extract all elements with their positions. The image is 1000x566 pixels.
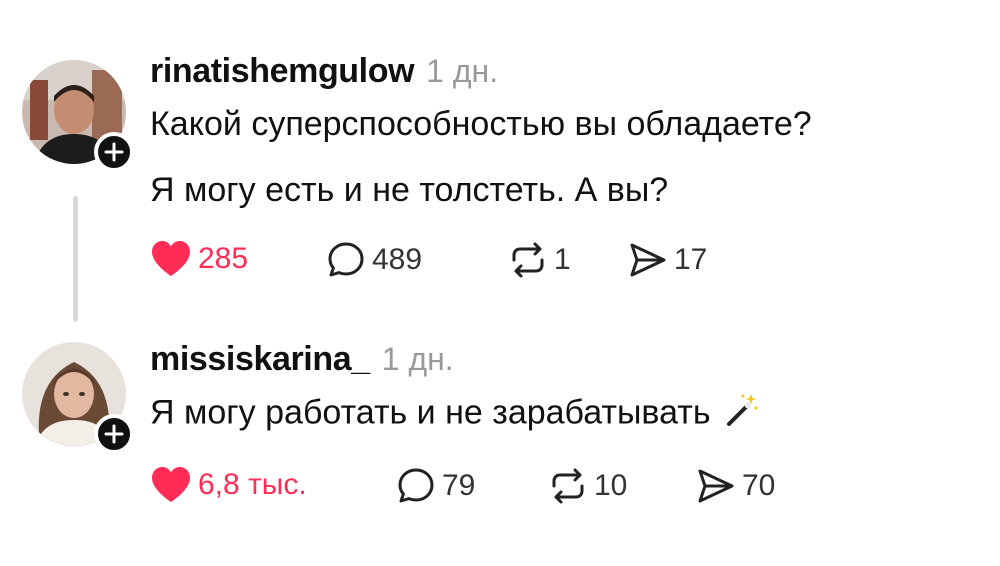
post-content: missiskarina_ 1 дн. Я могу работать и не… bbox=[150, 340, 980, 504]
username[interactable]: rinatishemgulow bbox=[150, 52, 415, 91]
repost-button[interactable]: 1 bbox=[508, 240, 571, 280]
reposts-count: 10 bbox=[594, 469, 628, 502]
comments-count: 489 bbox=[372, 243, 423, 276]
post-text: Какой суперспособностью вы обладаете? bbox=[150, 105, 812, 143]
post-content: rinatishemgulow 1 дн. Какой суперспособн… bbox=[150, 52, 980, 278]
repost-button[interactable]: 10 bbox=[548, 466, 627, 506]
heart-icon bbox=[152, 467, 190, 502]
post-text-content: Я могу работать и не зарабатывать bbox=[150, 393, 711, 432]
comment-icon bbox=[398, 468, 434, 503]
post-header: rinatishemgulow 1 дн. bbox=[150, 52, 980, 98]
avatar-container[interactable] bbox=[22, 60, 134, 172]
comment-button[interactable]: 489 bbox=[326, 240, 422, 280]
share-button[interactable]: 70 bbox=[696, 466, 775, 506]
send-icon bbox=[630, 243, 666, 277]
like-button[interactable]: 6,8 тыс. bbox=[150, 466, 307, 504]
avatar-container[interactable] bbox=[22, 342, 134, 454]
comment-icon bbox=[328, 242, 364, 277]
shares-count: 70 bbox=[742, 469, 776, 502]
comment-button[interactable]: 79 bbox=[396, 466, 475, 506]
plus-icon bbox=[104, 142, 124, 162]
post-text: Я могу работать и не зарабатывать bbox=[150, 392, 980, 437]
follow-button[interactable] bbox=[94, 414, 134, 454]
heart-icon bbox=[152, 241, 190, 276]
post-item: rinatishemgulow 1 дн. Какой суперспособн… bbox=[0, 0, 1000, 330]
post-item: missiskarina_ 1 дн. Я могу работать и не… bbox=[0, 330, 1000, 566]
repost-icon bbox=[512, 242, 544, 278]
magic-wand-icon bbox=[723, 392, 759, 437]
send-icon bbox=[698, 469, 734, 503]
share-button[interactable]: 17 bbox=[628, 240, 707, 280]
reposts-count: 1 bbox=[554, 243, 571, 276]
timestamp: 1 дн. bbox=[426, 53, 499, 89]
thread-line bbox=[73, 196, 78, 322]
repost-icon bbox=[552, 468, 584, 504]
comments-count: 79 bbox=[442, 469, 476, 502]
likes-count: 6,8 тыс. bbox=[198, 468, 307, 501]
post-header: missiskarina_ 1 дн. bbox=[150, 340, 980, 386]
follow-button[interactable] bbox=[94, 132, 134, 172]
shares-count: 17 bbox=[674, 243, 708, 276]
like-button[interactable]: 285 bbox=[150, 240, 248, 278]
timestamp: 1 дн. bbox=[381, 341, 454, 377]
username[interactable]: missiskarina_ bbox=[150, 340, 370, 379]
plus-icon bbox=[104, 424, 124, 444]
post-text: Я могу есть и не толстеть. А вы? bbox=[150, 171, 669, 209]
likes-count: 285 bbox=[198, 242, 249, 275]
